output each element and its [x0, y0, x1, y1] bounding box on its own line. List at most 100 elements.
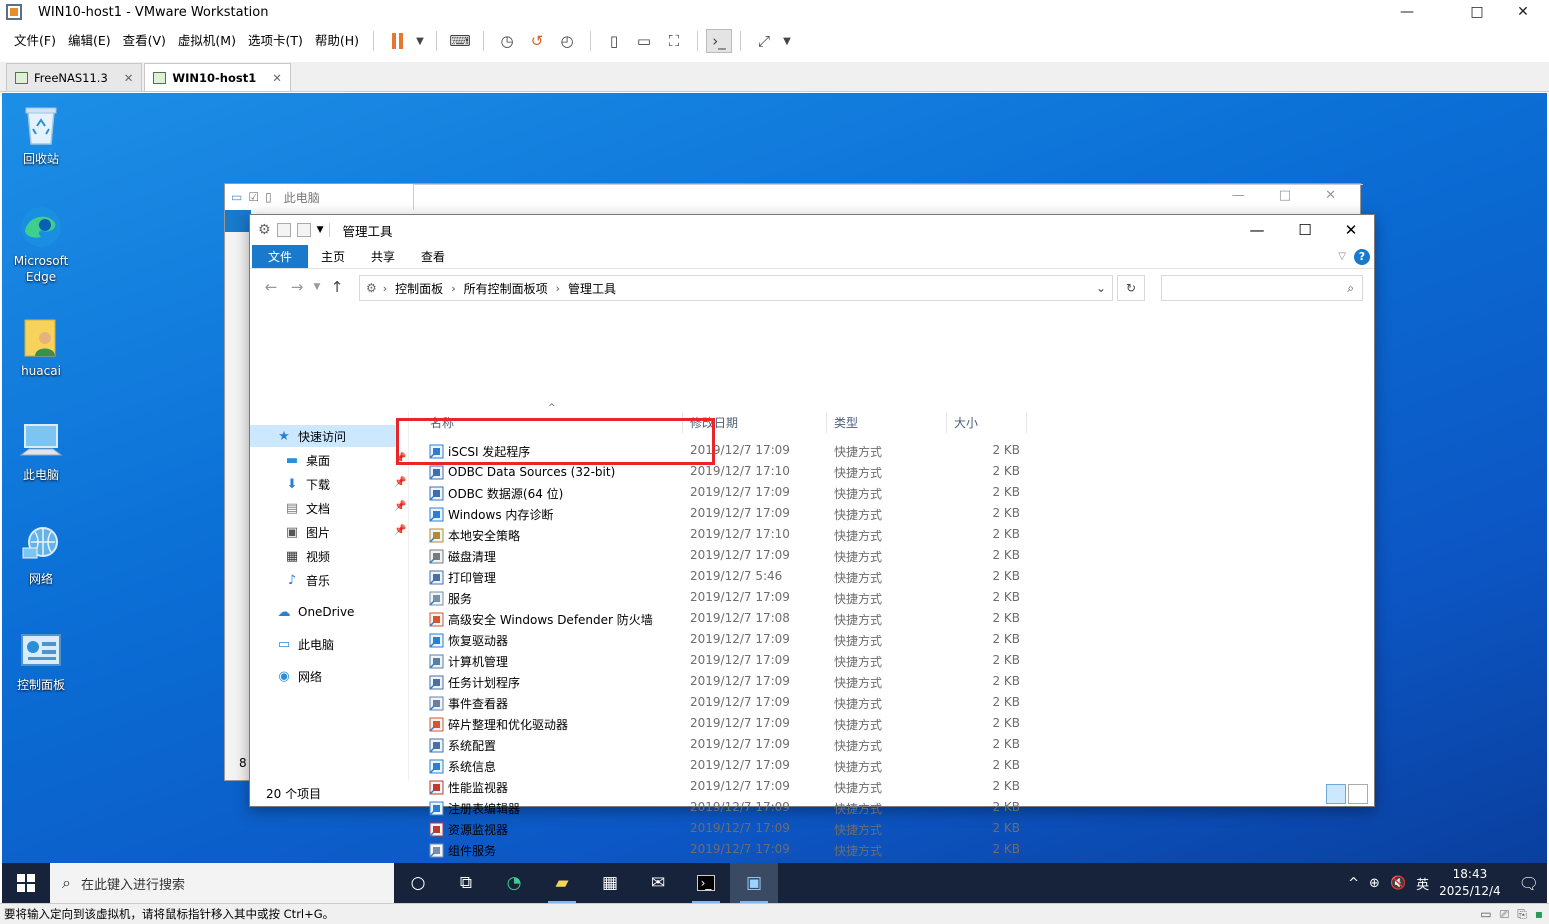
cortana-button[interactable]: ○ — [394, 863, 442, 903]
pause-dropdown-icon[interactable]: ▼ — [412, 24, 428, 58]
explorer-window[interactable]: ⚙ ▼ 管理工具 — ☐ ✕ 文件 主页 共享 查看 ▽ ? ← → ▼ ↑ ⚙… — [249, 214, 1375, 858]
explorer-minimize-button[interactable]: — — [1234, 215, 1280, 245]
file-row[interactable]: 任务计划程序 2019/12/7 17:09 快捷方式 2 KB — [424, 672, 1044, 693]
maximize-button[interactable]: □ — [1454, 0, 1500, 24]
desktop-icon-recycle-bin[interactable]: 回收站 — [3, 103, 79, 167]
file-row[interactable]: ODBC Data Sources (32-bit) 2019/12/7 17:1… — [424, 462, 1044, 483]
breadcrumb-control-panel[interactable]: 控制面板 — [387, 280, 451, 297]
taskbar-store[interactable]: ▦ — [586, 863, 634, 903]
tab-home[interactable]: 主页 — [308, 245, 358, 268]
pin-icon[interactable]: 📌 — [394, 501, 406, 512]
maximize-icon[interactable]: □ — [1279, 188, 1291, 203]
file-row[interactable]: Windows 内存诊断 2019/12/7 17:09 快捷方式 2 KB — [424, 504, 1044, 525]
breadcrumb-all-items[interactable]: 所有控制面板项 — [456, 280, 556, 297]
desktop-icon-huacai[interactable]: huacai — [3, 315, 79, 379]
clock[interactable]: 18:43 2025/12/4 — [1439, 866, 1501, 900]
nav-videos[interactable]: ▦ 视频 — [284, 545, 330, 567]
file-row[interactable]: 资源监视器 2019/12/7 17:09 快捷方式 2 KB — [424, 819, 1044, 840]
file-row[interactable]: 计算机管理 2019/12/7 17:09 快捷方式 2 KB — [424, 651, 1044, 672]
menu-file[interactable]: 文件(F) — [8, 24, 62, 58]
chevron-up-icon[interactable]: ^ — [1348, 876, 1359, 891]
vm-tab-win10-host1[interactable]: WIN10-host1 ✕ — [144, 63, 291, 91]
nav-pictures[interactable]: ▣ 图片 — [284, 521, 330, 543]
file-row[interactable]: ODBC 数据源(64 位) 2019/12/7 17:09 快捷方式 2 KB — [424, 483, 1044, 504]
column-type[interactable]: 类型 — [834, 411, 858, 435]
help-icon[interactable]: ? — [1354, 248, 1370, 265]
network-globe-icon[interactable]: ⊕ — [1369, 876, 1380, 891]
pane-splitter[interactable] — [408, 411, 409, 781]
file-row[interactable]: 高级安全 Windows Defender 防火墙 2019/12/7 17:08… — [424, 609, 1044, 630]
taskbar-search-box[interactable]: ⌕ 在此键入进行搜索 — [50, 863, 394, 903]
console-view-icon[interactable]: ›_ — [706, 29, 733, 53]
nav-desktop[interactable]: ▬ 桌面 — [284, 449, 330, 471]
full-screen-icon[interactable]: ⛶ — [659, 24, 689, 58]
nav-quick-access[interactable]: ★ 快速访问 — [250, 425, 398, 447]
taskbar-cmd[interactable]: ›_ — [682, 863, 730, 903]
taskbar-file-explorer[interactable]: ▰ — [538, 863, 586, 903]
file-row[interactable]: 磁盘清理 2019/12/7 17:09 快捷方式 2 KB — [424, 546, 1044, 567]
close-icon[interactable]: ✕ — [272, 71, 282, 85]
nav-documents[interactable]: ▤ 文档 — [284, 497, 330, 519]
ime-indicator[interactable]: 英 — [1416, 874, 1429, 893]
menu-vm[interactable]: 虚拟机(M) — [172, 24, 242, 58]
menu-edit[interactable]: 编辑(E) — [62, 24, 117, 58]
file-row[interactable]: 碎片整理和优化驱动器 2019/12/7 17:09 快捷方式 2 KB — [424, 714, 1044, 735]
stretch-dropdown-icon[interactable]: ▼ — [779, 24, 795, 58]
qa-properties-icon[interactable] — [276, 223, 291, 237]
snapshot-manager-icon[interactable]: ◴ — [552, 24, 582, 58]
file-row[interactable]: 本地安全策略 2019/12/7 17:10 快捷方式 2 KB — [424, 525, 1044, 546]
minimize-icon[interactable]: — — [1232, 188, 1245, 203]
address-bar[interactable]: ⚙ › 控制面板 › 所有控制面板项 › 管理工具 ⌄ — [359, 275, 1113, 301]
nav-downloads[interactable]: ⬇ 下载 — [284, 473, 330, 495]
network-adapter-icon[interactable]: ⎚ — [1500, 907, 1510, 922]
taskbar-edge[interactable]: ◔ — [490, 863, 538, 903]
bg-window-file-tab[interactable] — [225, 210, 251, 232]
file-row[interactable]: 事件查看器 2019/12/7 17:09 快捷方式 2 KB — [424, 693, 1044, 714]
ribbon-expand-icon[interactable]: ▽ — [1338, 251, 1346, 262]
revert-snapshot-icon[interactable]: ↺ — [522, 24, 552, 58]
up-arrow-icon[interactable]: ↑ — [324, 278, 350, 296]
notification-icon[interactable]: 🗨 — [1519, 874, 1539, 893]
close-icon[interactable]: ✕ — [1325, 188, 1336, 203]
snapshot-icon[interactable]: ◷ — [492, 24, 522, 58]
back-arrow-icon[interactable]: ← — [258, 278, 284, 296]
send-ctrl-alt-del-icon[interactable]: ⌨ — [445, 24, 475, 58]
thumbnail-bar-icon[interactable]: ▭ — [629, 24, 659, 58]
guest-desktop[interactable]: 回收站 Microsoft Edge huacai 此电脑 网络 控制面板 ▭ — [2, 93, 1547, 863]
taskbar-mail[interactable]: ✉ — [634, 863, 682, 903]
stretch-guest-icon[interactable]: ⤢ — [749, 24, 779, 58]
chevron-down-icon[interactable]: ⌄ — [1096, 281, 1106, 295]
desktop-icon-edge[interactable]: Microsoft Edge — [3, 205, 79, 285]
file-row[interactable]: 恢复驱动器 2019/12/7 17:09 快捷方式 2 KB — [424, 630, 1044, 651]
bg-window-controls[interactable]: — □ ✕ — [1232, 188, 1336, 203]
tab-file[interactable]: 文件 — [252, 245, 309, 268]
message-icon[interactable]: ▪ — [1535, 907, 1543, 922]
close-icon[interactable]: ✕ — [124, 71, 134, 85]
menu-help[interactable]: 帮助(H) — [309, 24, 365, 58]
pause-vm-button[interactable] — [382, 24, 412, 58]
nav-this-pc[interactable]: ▭ 此电脑 — [276, 633, 334, 655]
start-button[interactable] — [2, 863, 50, 903]
search-input[interactable]: ⌕ — [1161, 275, 1363, 301]
nav-network[interactable]: ◉ 网络 — [276, 665, 322, 687]
pin-icon[interactable]: 📌 — [394, 477, 406, 488]
vm-tab-freenas[interactable]: FreeNAS11.3 ✕ — [6, 63, 143, 91]
taskbar-admin-tools[interactable]: ▣ — [730, 863, 778, 903]
file-row[interactable]: 服务 2019/12/7 17:09 快捷方式 2 KB — [424, 588, 1044, 609]
explorer-close-button[interactable]: ✕ — [1328, 215, 1374, 245]
desktop-icon-control-panel[interactable]: 控制面板 — [3, 629, 79, 693]
qa-newfolder-icon[interactable] — [296, 223, 311, 237]
tab-view[interactable]: 查看 — [408, 245, 458, 268]
file-row[interactable]: 系统信息 2019/12/7 17:09 快捷方式 2 KB — [424, 756, 1044, 777]
pin-icon[interactable]: 📌 — [394, 525, 406, 536]
file-row[interactable]: 系统配置 2019/12/7 17:09 快捷方式 2 KB — [424, 735, 1044, 756]
desktop-icon-this-pc[interactable]: 此电脑 — [3, 419, 79, 483]
menu-tabs[interactable]: 选项卡(T) — [242, 24, 309, 58]
close-button[interactable]: ✕ — [1500, 0, 1546, 24]
nav-music[interactable]: ♪ 音乐 — [284, 569, 330, 591]
column-size[interactable]: 大小 — [954, 411, 978, 435]
details-view-icon[interactable] — [1326, 784, 1346, 804]
task-view-button[interactable]: ⧉ — [442, 863, 490, 903]
large-icons-view-icon[interactable] — [1348, 784, 1368, 804]
menu-view[interactable]: 查看(V) — [117, 24, 172, 58]
